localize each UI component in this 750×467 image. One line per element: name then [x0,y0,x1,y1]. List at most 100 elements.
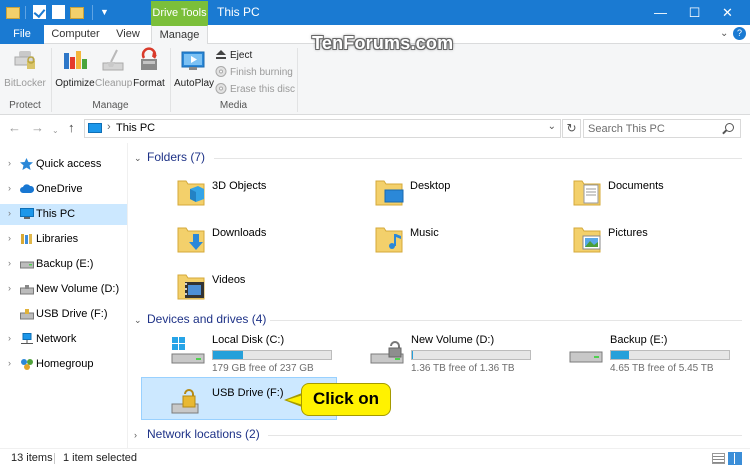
refresh-button[interactable]: ↻ [562,119,581,138]
group-header-devices-and-drives[interactable]: ⌄ Devices and drives (4) [134,312,744,330]
breadcrumb[interactable]: This PC [116,122,155,134]
optimize-button[interactable]: Optimize [55,47,95,89]
group-header-network-locations[interactable]: › Network locations (2) [134,427,744,445]
chevron-right-icon[interactable]: › [8,208,11,218]
format-icon [135,47,163,75]
erase-disc-button[interactable]: Erase this disc [215,82,295,98]
divider [214,158,742,159]
nav-item-usb-drive-f[interactable]: USB Drive (F:) [0,304,127,325]
new-page-icon[interactable] [52,5,65,19]
divider [268,435,742,436]
details-view-icon[interactable] [712,453,725,464]
nav-item-homegroup[interactable]: › Homegroup [0,354,127,375]
chevron-down-icon[interactable]: ⌄ [720,28,728,39]
autoplay-button[interactable]: AutoPlay [174,47,214,89]
divider [92,5,93,20]
disc-erase-icon [215,83,227,94]
bitlocker-button[interactable]: BitLocker [4,47,46,89]
tab-computer[interactable]: Computer [48,25,103,44]
status-bar: 13 items 1 item selected [0,448,750,467]
drive-usage-fill [213,351,243,359]
chevron-right-icon[interactable]: › [8,158,11,168]
breadcrumb-chevron-icon[interactable]: › [107,121,111,133]
drive-icon [20,258,34,270]
drive-icon [568,334,604,370]
recent-locations-chevron-icon[interactable]: ⌄ [52,123,59,139]
properties-check-icon[interactable] [33,5,46,19]
explorer-window: ▼ Drive Tools This PC — ☐ ✕ File Compute… [0,0,750,467]
new-folder-icon[interactable] [70,7,84,19]
item-count: 13 items [11,452,53,464]
nav-item-onedrive[interactable]: › OneDrive [0,179,127,200]
format-button[interactable]: Format [132,47,166,89]
navigation-pane: › Quick access › OneDrive › This PC › Li… [0,143,128,448]
chevron-right-icon[interactable]: › [8,183,11,193]
chevron-right-icon[interactable]: › [8,258,11,268]
folder-item-videos[interactable]: Videos [176,269,366,313]
eject-button[interactable]: Eject [215,48,252,64]
folder-item-documents[interactable]: Documents [572,175,750,219]
cleanup-button[interactable]: Cleanup [95,47,132,89]
window-title: This PC [217,5,260,19]
drive-usage-fill [412,351,414,359]
search-box[interactable] [583,119,741,138]
chevron-down-icon[interactable]: ⌄ [134,153,142,164]
address-bar[interactable]: › This PC ⌄ [84,119,561,138]
help-icon[interactable]: ? [733,27,746,40]
folder-item-desktop[interactable]: Desktop [374,175,564,219]
disc-burn-icon [215,66,227,77]
3d-objects-folder-icon [176,175,206,209]
folder-item-pictures[interactable]: Pictures [572,222,750,266]
search-icon[interactable] [725,123,734,132]
chevron-right-icon[interactable]: › [8,333,11,343]
tab-manage[interactable]: Manage [151,25,208,45]
title-bar: ▼ Drive Tools This PC — ☐ ✕ [0,0,750,25]
nav-item-backup-e[interactable]: › Backup (E:) [0,254,127,275]
quick-access-toolbar-dropdown-icon[interactable]: ▼ [100,4,109,20]
nav-item-new-volume-d[interactable]: › New Volume (D:) [0,279,127,300]
nav-item-network[interactable]: › Network [0,329,127,350]
cleanup-icon [99,47,127,75]
tab-file[interactable]: File [0,25,44,44]
locked-drive-icon [20,283,34,295]
refresh-icon: ↻ [566,121,577,135]
folder-item-downloads[interactable]: Downloads [176,222,366,266]
videos-folder-icon [176,269,206,303]
chevron-right-icon[interactable]: › [8,283,11,293]
folder-item-3d-objects[interactable]: 3D Objects [176,175,366,219]
search-input[interactable] [588,122,718,135]
network-icon [20,333,33,345]
drive-usage-bar [411,350,531,360]
star-icon [20,158,33,170]
group-header-folders[interactable]: ⌄ Folders (7) [134,150,744,168]
back-arrow-icon[interactable]: ← [8,120,21,136]
drive-backup-e[interactable]: Backup (E:) 4.65 TB free of 5.45 TB [568,334,750,378]
forward-arrow-icon[interactable]: → [31,120,44,136]
locked-usb-drive-icon [170,382,206,418]
divider [54,453,55,464]
nav-item-this-pc[interactable]: › This PC [0,204,127,225]
chevron-down-icon[interactable]: ⌄ [134,315,142,326]
up-arrow-icon[interactable]: ↑ [68,120,75,136]
locked-drive-icon [369,334,405,370]
pictures-folder-icon [572,222,602,256]
chevron-right-icon[interactable]: › [8,358,11,368]
finish-burning-button[interactable]: Finish burning [215,65,293,81]
chevron-down-icon[interactable]: ⌄ [548,121,556,132]
chevron-right-icon[interactable]: › [8,233,11,243]
close-button[interactable]: ✕ [705,0,750,25]
nav-item-quick-access[interactable]: › Quick access [0,154,127,175]
nav-item-libraries[interactable]: › Libraries [0,229,127,250]
bitlocker-icon [11,47,39,75]
drive-local-disk-c[interactable]: Local Disk (C:) 179 GB free of 237 GB [170,334,365,378]
chevron-right-icon[interactable]: › [134,430,137,440]
drive-usage-fill [611,351,629,359]
tab-view[interactable]: View [108,25,148,44]
drive-new-volume-d[interactable]: New Volume (D:) 1.36 TB free of 1.36 TB [369,334,564,378]
folder-item-music[interactable]: Music [374,222,564,266]
cloud-icon [20,183,35,195]
navigation-bar: ← → ⌄ ↑ › This PC ⌄ ↻ [0,115,750,143]
windows-drive-icon [170,334,206,370]
tiles-view-icon[interactable] [728,452,742,465]
drive-usage-bar [610,350,730,360]
